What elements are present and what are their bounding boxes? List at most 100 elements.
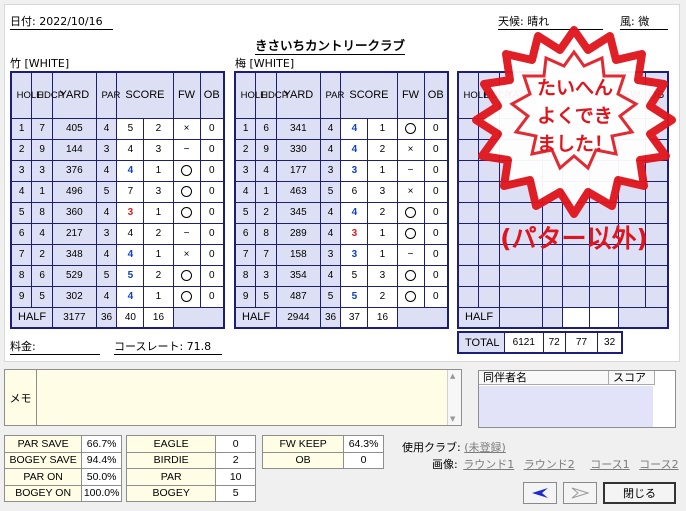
companion-name-header[interactable]: 同伴者名 [479, 371, 609, 385]
hole-putts-cell[interactable]: 2 [143, 117, 174, 140]
companion-score-header[interactable]: スコア [609, 371, 655, 385]
hole-putts-cell[interactable]: 2 [143, 222, 174, 245]
hole-ob-cell[interactable]: 0 [423, 138, 449, 161]
hole-score-cell[interactable]: 4 [116, 285, 145, 308]
hole-score-cell[interactable]: 4 [340, 201, 369, 224]
hole-putts: 2 [379, 291, 386, 302]
hole-putts-cell[interactable]: 3 [143, 138, 174, 161]
image-link-round2[interactable]: ラウンド2 [524, 458, 575, 471]
hole-fw-cell[interactable]: ○ [396, 117, 425, 140]
hole-score-cell[interactable]: 6 [340, 180, 369, 203]
hole-ob-cell[interactable]: 0 [423, 243, 449, 266]
date-label: 日付: 2022/10/16 [10, 15, 113, 30]
hole-ob-cell[interactable]: 0 [199, 243, 225, 266]
companion-list[interactable]: 同伴者名 スコア [478, 370, 676, 428]
hole-putts-cell[interactable]: 1 [143, 159, 174, 182]
stat-value: 94.4% [81, 451, 122, 469]
hole-fw-cell[interactable]: ○ [396, 201, 425, 224]
hole-ob: 0 [432, 123, 439, 134]
hole-ob-cell[interactable]: 0 [423, 222, 449, 245]
hole-score-cell[interactable]: 5 [116, 117, 145, 140]
hole-putts-cell[interactable]: 3 [143, 180, 174, 203]
scroll-up-icon[interactable]: ▲ [450, 372, 455, 380]
hole-fw-cell[interactable]: ○ [396, 285, 425, 308]
hole-ob-cell[interactable]: 0 [423, 159, 449, 182]
hole-putts-cell[interactable]: 2 [143, 264, 174, 287]
hole-ob-cell[interactable]: 0 [423, 285, 449, 308]
hole-ob-cell[interactable]: 0 [423, 180, 449, 203]
hole-fw-cell[interactable]: ○ [172, 180, 201, 203]
hole-ob: 0 [432, 186, 439, 197]
hole-ob-cell[interactable]: 0 [199, 222, 225, 245]
half-par [541, 306, 564, 329]
memo-scrollbar[interactable]: ▲ ▼ [447, 370, 461, 425]
hole-fw-cell[interactable]: − [172, 138, 201, 161]
hole-fw-cell[interactable]: ○ [172, 201, 201, 224]
hole-fw-cell[interactable]: × [396, 138, 425, 161]
hole-fw-cell[interactable]: ○ [172, 264, 201, 287]
half-score: 40 [116, 306, 145, 329]
hole-fw-cell[interactable]: ○ [172, 159, 201, 182]
stat-row: OB 0 [261, 451, 384, 469]
hole-fw-cell[interactable]: ○ [396, 264, 425, 287]
hole-fw-cell[interactable]: × [172, 117, 201, 140]
hole-putts-cell[interactable]: 3 [367, 180, 398, 203]
scroll-down-icon[interactable]: ▼ [450, 415, 455, 423]
hole-score-cell[interactable]: 7 [116, 180, 145, 203]
hole-score-cell[interactable]: 4 [340, 117, 369, 140]
image-link-round1[interactable]: ラウンド1 [463, 458, 514, 471]
hole-putts-cell[interactable]: 3 [367, 264, 398, 287]
hole-fw-cell[interactable]: × [396, 180, 425, 203]
hole-fw-cell[interactable]: ○ [396, 222, 425, 245]
hole-putts-cell[interactable]: 1 [143, 201, 174, 224]
hole-hdcp: 1 [263, 186, 269, 197]
hole-score-cell[interactable]: 3 [340, 159, 369, 182]
hole-score-cell[interactable]: 4 [340, 138, 369, 161]
hole-putts-cell[interactable]: 2 [367, 201, 398, 224]
hole-fw-cell[interactable]: × [172, 243, 201, 266]
hole-putts-cell[interactable]: 1 [367, 243, 398, 266]
hole-fw-cell[interactable]: ○ [172, 285, 201, 308]
stat-label: BOGEY [125, 484, 217, 502]
hole-score-cell[interactable]: 5 [340, 264, 369, 287]
hole-putts-cell[interactable]: 1 [143, 243, 174, 266]
image-link-course1[interactable]: コース1 [590, 458, 629, 471]
hole-putts-cell[interactable]: 2 [367, 285, 398, 308]
hole-putts-cell[interactable]: 2 [367, 138, 398, 161]
hole-score-cell[interactable]: 5 [116, 264, 145, 287]
hole-ob-cell[interactable]: 0 [199, 159, 225, 182]
hole-score-cell[interactable]: 3 [340, 222, 369, 245]
hole-putts: 1 [155, 207, 162, 218]
hole-score-cell[interactable]: 4 [116, 138, 145, 161]
hole-putts-cell[interactable]: 1 [367, 222, 398, 245]
hole-ob-cell[interactable]: 0 [199, 117, 225, 140]
hole-putts-cell[interactable]: 1 [367, 159, 398, 182]
hole-ob-cell[interactable]: 0 [423, 201, 449, 224]
memo-field[interactable]: メモ ▲ ▼ [4, 369, 462, 426]
hole-putts-cell[interactable]: 1 [143, 285, 174, 308]
hole-score-cell[interactable]: 4 [116, 222, 145, 245]
stat-row: BIRDIE 2 [125, 451, 256, 469]
hole-ob-cell[interactable]: 0 [423, 264, 449, 287]
hole-ob-cell[interactable]: 0 [423, 117, 449, 140]
hole-score-cell[interactable]: 4 [116, 159, 145, 182]
hole-fw-cell[interactable]: − [396, 243, 425, 266]
hole-score-cell[interactable]: 3 [116, 201, 145, 224]
hole-ob-cell[interactable]: 0 [199, 138, 225, 161]
memo-label: メモ [5, 370, 37, 425]
club-link[interactable]: (未登録) [464, 441, 506, 454]
hole-score-cell[interactable]: 4 [116, 243, 145, 266]
hole-ob-cell[interactable]: 0 [199, 201, 225, 224]
hole-fw-cell[interactable]: − [172, 222, 201, 245]
prev-button[interactable] [523, 482, 557, 504]
hole-ob-cell[interactable]: 0 [199, 180, 225, 203]
hole-score-cell[interactable]: 5 [340, 285, 369, 308]
hole-fw-cell[interactable]: − [396, 159, 425, 182]
hole-ob-cell[interactable]: 0 [199, 264, 225, 287]
hole-ob-cell[interactable]: 0 [199, 285, 225, 308]
image-link-course2[interactable]: コース2 [639, 458, 678, 471]
next-button[interactable] [563, 482, 597, 504]
hole-putts-cell[interactable]: 1 [367, 117, 398, 140]
hole-score-cell[interactable]: 3 [340, 243, 369, 266]
close-button[interactable]: 閉じる [603, 482, 676, 504]
